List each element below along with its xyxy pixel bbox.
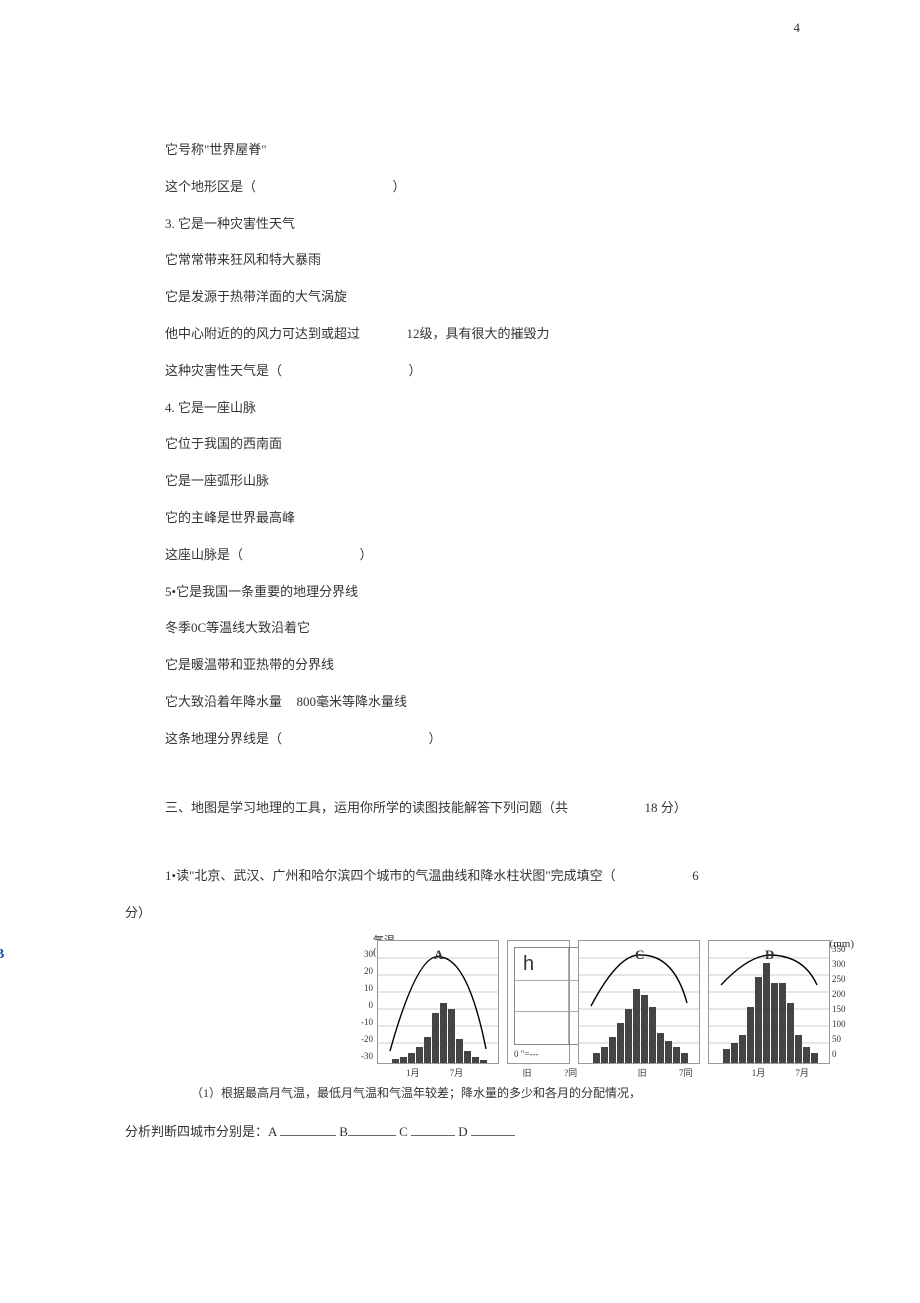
q4-ask-post: ） <box>360 547 373 562</box>
m: ?同 <box>564 1066 577 1080</box>
q5-l4a: 它大致沿着年降水量 <box>165 694 282 709</box>
tick: 30 <box>353 946 373 963</box>
q2-line-extra: 它号称"世界屋脊" <box>165 140 830 161</box>
chart-panel-c: C <box>578 940 700 1064</box>
panel-c-label: C <box>635 945 644 966</box>
cell-h: h <box>515 948 569 981</box>
charts-container: B 气温 (℃) (mm) 30 20 10 0 -10 -20 -30 350… <box>265 940 830 1080</box>
main-content: 它号称"世界屋脊" 这个地形区是（ ） 3. 它是一种灾害性天气 它常常带来狂风… <box>165 0 830 1142</box>
q5-l3: 它是暖温带和亚热带的分界线 <box>165 655 830 676</box>
q5-ask-text: 这条地理分界线是（ <box>165 731 282 746</box>
tick: 0 <box>832 1047 860 1062</box>
q3-l2: 它常常带来狂风和特大暴雨 <box>165 250 830 271</box>
q3-l4: 他中心附近的的风力可达到或超过 12级，具有很大的摧毁力 <box>165 324 830 345</box>
blank-c[interactable] <box>411 1123 455 1136</box>
panel-a-label: A <box>434 945 443 966</box>
m: 7月 <box>795 1066 809 1080</box>
cap-b: B <box>339 1124 348 1139</box>
q2-ask: 这个地形区是（ ） <box>165 177 830 198</box>
chart-panel-d: D <box>708 940 830 1064</box>
tick: -30 <box>353 1048 373 1065</box>
q4-l3: 它是一座弧形山脉 <box>165 471 830 492</box>
sq1-b: 6 <box>692 868 699 883</box>
m: 7同 <box>679 1066 693 1080</box>
cap2-pre: 分析判断四城市分别是： <box>125 1124 268 1139</box>
blank-d[interactable] <box>471 1123 515 1136</box>
months-a: 1月 7月 <box>377 1066 484 1080</box>
tick: 0 <box>353 997 373 1014</box>
panel-d-label: D <box>765 945 774 966</box>
tick: 50 <box>832 1032 860 1047</box>
q3-l4a: 他中心附近的的风力可达到或超过 <box>165 326 360 341</box>
m: 1月 <box>752 1066 766 1080</box>
chart-panel-a: A <box>377 940 499 1064</box>
sq1-c: 分） <box>125 903 830 924</box>
q2-ask-text: 这个地形区是（ <box>165 179 256 194</box>
q3-text1: 它是一种灾害性天气 <box>178 216 295 231</box>
panel-b-bottom: 0 "=--- <box>514 1047 539 1061</box>
tick: 20 <box>353 963 373 980</box>
q3-l1: 3. 它是一种灾害性天气 <box>165 214 830 235</box>
q4-text1: 它是一座山脉 <box>178 400 256 415</box>
m: 旧 <box>638 1066 647 1080</box>
q4-l4: 它的主峰是世界最高峰 <box>165 508 830 529</box>
q5-l1: 5•它是我国一条重要的地理分界线 <box>165 582 830 603</box>
months-c: 旧 7同 <box>608 1066 715 1080</box>
q4-l1: 4. 它是一座山脉 <box>165 398 830 419</box>
q5-text1: 它是我国一条重要的地理分界线 <box>176 584 358 599</box>
sec3-b: 18 分） <box>645 800 687 815</box>
q4-ask-text: 这座山脉是（ <box>165 547 243 562</box>
section3-heading: 三、地图是学习地理的工具，运用你所学的读图技能解答下列问题（共 18 分） <box>165 798 830 819</box>
q3-ask-text: 这种灾害性天气是（ <box>165 363 282 378</box>
m: 7月 <box>450 1066 464 1080</box>
tick: 200 <box>832 987 860 1002</box>
months-b: 旧 ?同 <box>492 1066 599 1080</box>
cap-d: D <box>458 1124 467 1139</box>
q4-ask: 这座山脉是（ ） <box>165 545 830 566</box>
chart-panel-b: h \ 0 "=--- <box>507 940 570 1064</box>
q4-num: 4. <box>165 400 175 415</box>
sq1-line: 1•读"北京、武汉、广州和哈尔滨四个城市的气温曲线和降水柱状图"完成填空（ 6 <box>165 866 830 887</box>
q3-l4b: 12级，具有很大的摧毁力 <box>407 326 550 341</box>
q5-ask: 这条地理分界线是（ ） <box>165 729 830 750</box>
caption2: 分析判断四城市分别是：A B C D <box>125 1122 830 1143</box>
q3-ask-post: ） <box>409 363 422 378</box>
page-number: 4 <box>794 20 801 36</box>
q5-l2: 冬季0C等温线大致沿着它 <box>165 618 830 639</box>
q3-l3: 它是发源于热带洋面的大气涡旋 <box>165 287 830 308</box>
q5-num: 5• <box>165 584 176 599</box>
tick: -10 <box>353 1014 373 1031</box>
mm-ticks: 350 300 250 200 150 100 50 0 <box>832 942 860 1062</box>
tick: 300 <box>832 957 860 972</box>
caption1: （1）根据最高月气温，最低月气温和气温年较差；降水量的多少和各月的分配情况， <box>191 1084 830 1103</box>
tick: 10 <box>353 980 373 997</box>
q5-l4b: 800毫米等降水量线 <box>297 694 408 709</box>
temp-ticks: 30 20 10 0 -10 -20 -30 <box>353 946 373 1065</box>
q5-ask-post: ） <box>429 731 442 746</box>
q3-num: 3. <box>165 216 175 231</box>
blank-a[interactable] <box>280 1123 336 1136</box>
cell <box>515 1012 569 1044</box>
cell <box>515 981 569 1013</box>
tick: 150 <box>832 1002 860 1017</box>
sq1-a: 读"北京、武汉、广州和哈尔滨四个城市的气温曲线和降水柱状图"完成填空（ <box>176 868 616 883</box>
m: 旧 <box>523 1066 532 1080</box>
tick: 100 <box>832 1017 860 1032</box>
cap-c: C <box>399 1124 408 1139</box>
tick: -20 <box>353 1031 373 1048</box>
cap-a: A <box>268 1124 277 1139</box>
q5-l4: 它大致沿着年降水量 800毫米等降水量线 <box>165 692 830 713</box>
sq1-num: 1• <box>165 868 176 883</box>
q3-ask: 这种灾害性天气是（ ） <box>165 361 830 382</box>
q4-l2: 它位于我国的西南面 <box>165 434 830 455</box>
blank-b[interactable] <box>348 1123 396 1136</box>
tick: 350 <box>832 942 860 957</box>
b-series-label: B <box>0 944 4 966</box>
months-d: 1月 7月 <box>723 1066 830 1080</box>
q2-ask-post: ） <box>393 179 406 194</box>
tick: 250 <box>832 972 860 987</box>
m: 1月 <box>406 1066 420 1080</box>
sec3-a: 三、地图是学习地理的工具，运用你所学的读图技能解答下列问题（共 <box>165 800 568 815</box>
